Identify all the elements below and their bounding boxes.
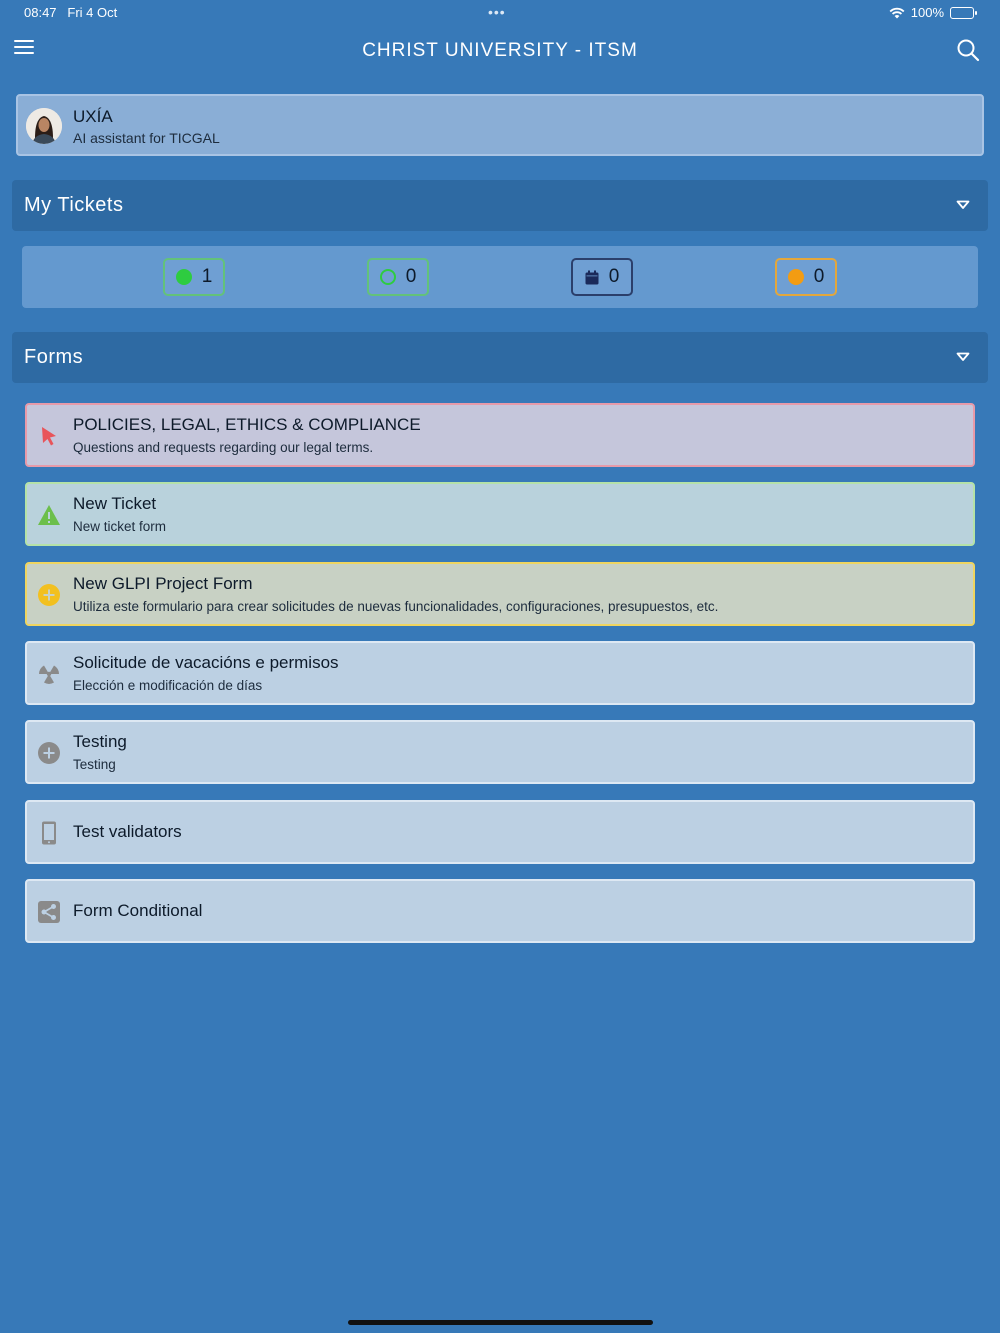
form-item-form-conditional[interactable]: Form Conditional	[25, 879, 975, 943]
status-bar: 08:47 Fri 4 Oct ••• 100%	[0, 0, 1000, 24]
ticket-count: 0	[813, 266, 825, 287]
ticket-count: 1	[201, 266, 213, 287]
wifi-icon	[889, 7, 905, 18]
status-right: 100%	[889, 5, 977, 20]
my-tickets-header[interactable]: My Tickets	[12, 180, 988, 231]
forms-title: Forms	[24, 346, 84, 368]
form-item-policies[interactable]: POLICIES, LEGAL, ETHICS & COMPLIANCE Que…	[25, 403, 975, 467]
mobile-phone-icon	[42, 821, 56, 845]
assistant-card[interactable]: UXÍA AI assistant for TICGAL	[16, 94, 984, 156]
form-description: New ticket form	[73, 519, 167, 534]
nav-bar: CHRIST UNIVERSITY - ITSM	[0, 24, 1000, 80]
assistant-name: UXÍA	[73, 107, 113, 126]
form-description: Testing	[73, 757, 116, 772]
form-title: Form Conditional	[73, 901, 203, 920]
form-description: Elección e modificación de días	[73, 678, 263, 693]
share-icon	[38, 901, 60, 923]
form-description: Utiliza este formulario para crear solic…	[73, 599, 719, 614]
form-title: Test validators	[73, 822, 182, 841]
warning-triangle-icon	[38, 505, 60, 525]
ticket-count: 0	[405, 266, 417, 287]
form-title: POLICIES, LEGAL, ETHICS & COMPLIANCE	[73, 415, 421, 434]
green-outline-circle-icon	[379, 269, 396, 285]
form-title: Testing	[73, 732, 127, 751]
battery-icon	[950, 6, 977, 19]
form-item-vacations[interactable]: Solicitude de vacacións e permisos Elecc…	[25, 641, 975, 705]
ticket-count: 0	[608, 266, 620, 287]
avatar	[26, 108, 62, 144]
status-time: 08:47 Fri 4 Oct	[24, 5, 118, 20]
chevron-down-icon	[956, 352, 970, 361]
orange-filled-circle-icon	[787, 269, 804, 285]
search-icon[interactable]	[956, 38, 980, 62]
plus-circle-icon	[38, 584, 60, 606]
chevron-down-icon	[956, 200, 970, 209]
ticket-counter-planned[interactable]: 0	[571, 258, 633, 296]
form-item-test-validators[interactable]: Test validators	[25, 800, 975, 864]
ticket-counter-processing[interactable]: 0	[367, 258, 429, 296]
home-indicator[interactable]	[348, 1320, 653, 1325]
form-item-new-ticket[interactable]: New Ticket New ticket form	[25, 482, 975, 546]
green-filled-circle-icon	[175, 269, 192, 285]
status-date: Fri 4 Oct	[67, 5, 118, 20]
ticket-counters: 1 0 0 0	[22, 246, 978, 308]
my-tickets-title: My Tickets	[24, 194, 124, 216]
page-title: CHRIST UNIVERSITY - ITSM	[362, 40, 638, 61]
form-item-glpi-project[interactable]: New GLPI Project Form Utiliza este formu…	[25, 562, 975, 626]
form-title: New Ticket	[73, 494, 157, 513]
ticket-counter-new[interactable]: 1	[163, 258, 225, 296]
form-title: New GLPI Project Form	[73, 574, 253, 593]
battery-percent: 100%	[910, 5, 944, 20]
forms-header[interactable]: Forms	[12, 332, 988, 383]
radiation-icon	[39, 665, 59, 684]
multitasking-dots[interactable]: •••	[488, 4, 506, 20]
ticket-counter-pending[interactable]: 0	[775, 258, 837, 296]
assistant-subtitle: AI assistant for TICGAL	[73, 130, 220, 146]
form-item-testing[interactable]: Testing Testing	[25, 720, 975, 784]
plus-circle-icon	[38, 742, 60, 764]
form-title: Solicitude de vacacións e permisos	[73, 653, 339, 672]
calendar-icon	[585, 270, 599, 284]
form-description: Questions and requests regarding our leg…	[73, 440, 374, 455]
cursor-pointer-icon	[42, 427, 56, 446]
